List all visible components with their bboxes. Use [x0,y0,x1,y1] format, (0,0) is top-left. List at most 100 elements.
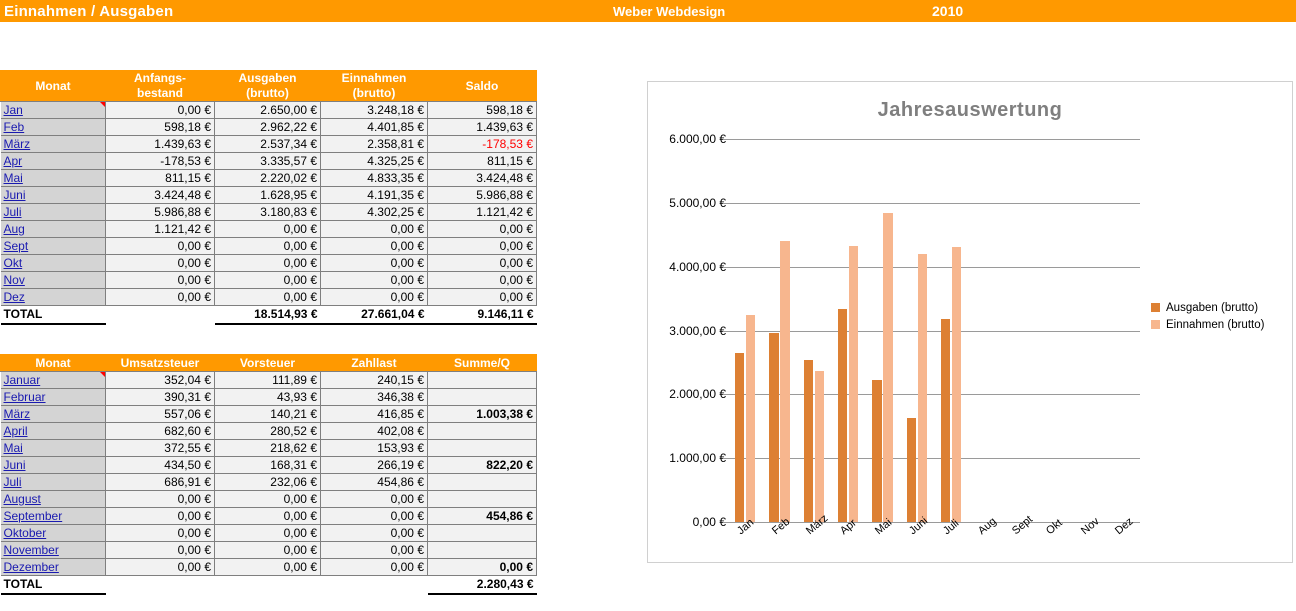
umsatzsteuer-cell[interactable]: 390,31 € [106,389,215,406]
month-cell[interactable]: März [1,136,106,153]
vorsteuer-cell[interactable]: 232,06 € [215,474,321,491]
umsatzsteuer-cell[interactable]: 352,04 € [106,372,215,389]
vorsteuer-cell[interactable]: 0,00 € [215,491,321,508]
month-link-november[interactable]: November [4,543,59,557]
umsatzsteuer-cell[interactable]: 434,50 € [106,457,215,474]
anfangsbestand-cell[interactable]: 3.424,48 € [106,187,215,204]
ausgaben-cell[interactable]: 0,00 € [215,289,321,306]
month-link-juni[interactable]: Juni [4,458,26,472]
month-cell[interactable]: Januar [1,372,106,389]
summe-q-cell[interactable] [428,389,537,406]
vorsteuer-cell[interactable]: 43,93 € [215,389,321,406]
umsatzsteuer-cell[interactable]: 0,00 € [106,559,215,576]
month-cell[interactable]: Mai [1,440,106,457]
month-cell[interactable]: Juni [1,187,106,204]
vorsteuer-cell[interactable]: 111,89 € [215,372,321,389]
anfangsbestand-cell[interactable]: 0,00 € [106,272,215,289]
saldo-cell[interactable]: 1.439,63 € [428,119,537,136]
saldo-cell[interactable]: 0,00 € [428,221,537,238]
ausgaben-cell[interactable]: 1.628,95 € [215,187,321,204]
saldo-cell[interactable]: 3.424,48 € [428,170,537,187]
anfangsbestand-cell[interactable]: 811,15 € [106,170,215,187]
anfangsbestand-cell[interactable]: 1.121,42 € [106,221,215,238]
month-link-dez[interactable]: Dez [4,290,25,304]
einnahmen-cell[interactable]: 0,00 € [321,289,428,306]
ausgaben-cell[interactable]: 0,00 € [215,272,321,289]
summe-q-cell[interactable]: 1.003,38 € [428,406,537,423]
month-link-dezember[interactable]: Dezember [4,560,59,574]
month-link-märz[interactable]: März [4,407,31,421]
anfangsbestand-cell[interactable]: 0,00 € [106,255,215,272]
zahllast-cell[interactable]: 266,19 € [321,457,428,474]
einnahmen-cell[interactable]: 0,00 € [321,255,428,272]
month-link-juni[interactable]: Juni [4,188,26,202]
month-cell[interactable]: Dez [1,289,106,306]
umsatzsteuer-cell[interactable]: 0,00 € [106,491,215,508]
month-cell[interactable]: Juli [1,204,106,221]
month-link-oktober[interactable]: Oktober [4,526,47,540]
month-cell[interactable]: Okt [1,255,106,272]
month-cell[interactable]: August [1,491,106,508]
ausgaben-cell[interactable]: 3.335,57 € [215,153,321,170]
month-cell[interactable]: Februar [1,389,106,406]
month-link-sept[interactable]: Sept [4,239,29,253]
month-link-juli[interactable]: Juli [4,475,22,489]
ausgaben-cell[interactable]: 2.962,22 € [215,119,321,136]
zahllast-cell[interactable]: 0,00 € [321,559,428,576]
month-cell[interactable]: Feb [1,119,106,136]
umsatzsteuer-cell[interactable]: 0,00 € [106,542,215,559]
zahllast-cell[interactable]: 153,93 € [321,440,428,457]
month-link-feb[interactable]: Feb [4,120,25,134]
zahllast-cell[interactable]: 240,15 € [321,372,428,389]
month-cell[interactable]: Apr [1,153,106,170]
ausgaben-cell[interactable]: 2.220,02 € [215,170,321,187]
ausgaben-cell[interactable]: 0,00 € [215,238,321,255]
month-cell[interactable]: April [1,423,106,440]
einnahmen-cell[interactable]: 4.191,35 € [321,187,428,204]
ausgaben-cell[interactable]: 3.180,83 € [215,204,321,221]
anfangsbestand-cell[interactable]: -178,53 € [106,153,215,170]
saldo-cell[interactable]: 811,15 € [428,153,537,170]
vorsteuer-cell[interactable]: 0,00 € [215,559,321,576]
zahllast-cell[interactable]: 402,08 € [321,423,428,440]
saldo-cell[interactable]: -178,53 € [428,136,537,153]
saldo-cell[interactable]: 598,18 € [428,102,537,119]
summe-q-cell[interactable]: 822,20 € [428,457,537,474]
vorsteuer-cell[interactable]: 280,52 € [215,423,321,440]
anfangsbestand-cell[interactable]: 598,18 € [106,119,215,136]
summe-q-cell[interactable] [428,491,537,508]
month-cell[interactable]: März [1,406,106,423]
summe-q-cell[interactable] [428,440,537,457]
anfangsbestand-cell[interactable]: 5.986,88 € [106,204,215,221]
summe-q-cell[interactable] [428,542,537,559]
saldo-cell[interactable]: 0,00 € [428,272,537,289]
umsatzsteuer-cell[interactable]: 0,00 € [106,508,215,525]
einnahmen-cell[interactable]: 0,00 € [321,272,428,289]
anfangsbestand-cell[interactable]: 0,00 € [106,102,215,119]
ausgaben-cell[interactable]: 2.650,00 € [215,102,321,119]
month-cell[interactable]: November [1,542,106,559]
vorsteuer-cell[interactable]: 0,00 € [215,525,321,542]
month-cell[interactable]: September [1,508,106,525]
summe-q-cell[interactable]: 0,00 € [428,559,537,576]
month-cell[interactable]: Juni [1,457,106,474]
month-link-mai[interactable]: Mai [4,171,23,185]
umsatzsteuer-cell[interactable]: 557,06 € [106,406,215,423]
umsatzsteuer-cell[interactable]: 0,00 € [106,525,215,542]
month-link-april[interactable]: April [4,424,28,438]
zahllast-cell[interactable]: 0,00 € [321,525,428,542]
month-cell[interactable]: Juli [1,474,106,491]
month-cell[interactable]: Mai [1,170,106,187]
einnahmen-cell[interactable]: 4.325,25 € [321,153,428,170]
month-cell[interactable]: Nov [1,272,106,289]
month-link-februar[interactable]: Februar [4,390,46,404]
einnahmen-cell[interactable]: 0,00 € [321,221,428,238]
month-link-januar[interactable]: Januar [4,373,41,387]
month-link-september[interactable]: September [4,509,63,523]
summe-q-cell[interactable]: 454,86 € [428,508,537,525]
saldo-cell[interactable]: 0,00 € [428,255,537,272]
month-link-mai[interactable]: Mai [4,441,23,455]
saldo-cell[interactable]: 5.986,88 € [428,187,537,204]
zahllast-cell[interactable]: 454,86 € [321,474,428,491]
umsatzsteuer-cell[interactable]: 372,55 € [106,440,215,457]
